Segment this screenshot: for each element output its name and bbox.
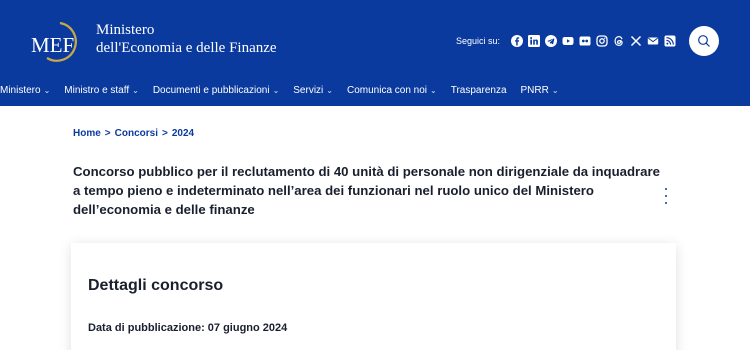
nav-item-ministero[interactable]: Ministero ⌄ (0, 85, 50, 96)
email-icon[interactable] (647, 35, 659, 47)
chevron-down-icon: ⌄ (43, 85, 51, 95)
search-icon (698, 35, 710, 47)
more-options-button[interactable] (662, 188, 670, 204)
mef-logo[interactable]: MEF (30, 20, 92, 64)
ministry-name[interactable]: Ministero dell'Economia e delle Finanze (96, 22, 277, 58)
kebab-dot (665, 202, 667, 204)
details-card: Dettagli concorso Data di pubblicazione:… (71, 243, 676, 350)
nav-item-comunica-con-noi[interactable]: Comunica con noi ⌄ (347, 85, 437, 96)
x-icon[interactable] (630, 35, 642, 47)
rss-icon[interactable] (664, 35, 676, 47)
breadcrumb-concorsi[interactable]: Concorsi (115, 128, 158, 139)
main-nav: Ministero ⌄ Ministro e staff ⌄ Documenti e… (0, 82, 559, 98)
breadcrumb: Home > Concorsi >2024 (73, 128, 194, 139)
ministry-name-line1: Ministero (96, 22, 155, 38)
logo-text: MEF (31, 33, 74, 57)
header-topbar: MEF Ministero dell'Economia e delle Fina… (0, 0, 750, 82)
social-label: Seguici su: (456, 36, 501, 46)
mef-logo-icon: MEF (31, 21, 77, 62)
nav-item-label: Servizi (293, 84, 324, 96)
nav-item-label: Comunica con noi (346, 84, 428, 96)
publication-date: Data di pubblicazione: 07 giugno 2024 (88, 322, 288, 334)
kebab-dot (665, 195, 667, 197)
card-title: Dettagli concorso (88, 277, 224, 294)
nav-item-label: PNRR (520, 84, 549, 96)
chevron-down-icon: ⌄ (551, 85, 559, 95)
chevron-down-icon: ⌄ (272, 85, 280, 95)
nav-item-label: Documenti e pubblicazioni (152, 84, 270, 96)
facebook-icon[interactable] (511, 35, 524, 47)
social-links: Seguici su: (456, 33, 676, 49)
breadcrumb-separator: > (161, 128, 168, 139)
page-title: Concorso pubblico per il reclutamento di… (73, 164, 660, 217)
nav-item-ministro-e-staff[interactable]: Ministro e staff ⌄ (64, 85, 139, 96)
chevron-down-icon: ⌄ (326, 85, 333, 95)
breadcrumb-current: 2024 (171, 128, 195, 139)
nav-item-trasparenza[interactable]: Trasparenza (451, 85, 507, 96)
flickr-icon[interactable] (579, 35, 591, 47)
kebab-dot (665, 188, 667, 190)
breadcrumb-home[interactable]: Home (73, 128, 101, 139)
breadcrumb-separator: > (104, 128, 111, 139)
chevron-down-icon: ⌄ (132, 85, 139, 95)
site-header: MEF Ministero dell'Economia e delle Fina… (0, 0, 750, 106)
nav-item-documenti-e-pubblicazioni[interactable]: Documenti e pubblicazioni ⌄ (153, 85, 279, 96)
threads-icon[interactable] (613, 35, 625, 47)
nav-item-pnrr[interactable]: PNRR ⌄ (521, 85, 559, 96)
youtube-icon[interactable] (562, 35, 574, 47)
nav-item-label: Ministro e staff (64, 84, 130, 96)
linkedin-icon[interactable] (528, 35, 541, 47)
nav-item-servizi[interactable]: Servizi ⌄ (293, 85, 333, 96)
chevron-down-icon: ⌄ (430, 85, 437, 95)
ministry-name-line2: dell'Economia e delle Finanze (96, 40, 277, 56)
nav-item-label: Trasparenza (450, 84, 507, 96)
nav-item-label: Ministero (0, 84, 41, 96)
search-button[interactable] (689, 26, 719, 56)
telegram-icon[interactable] (545, 35, 558, 47)
instagram-icon[interactable] (596, 35, 608, 47)
